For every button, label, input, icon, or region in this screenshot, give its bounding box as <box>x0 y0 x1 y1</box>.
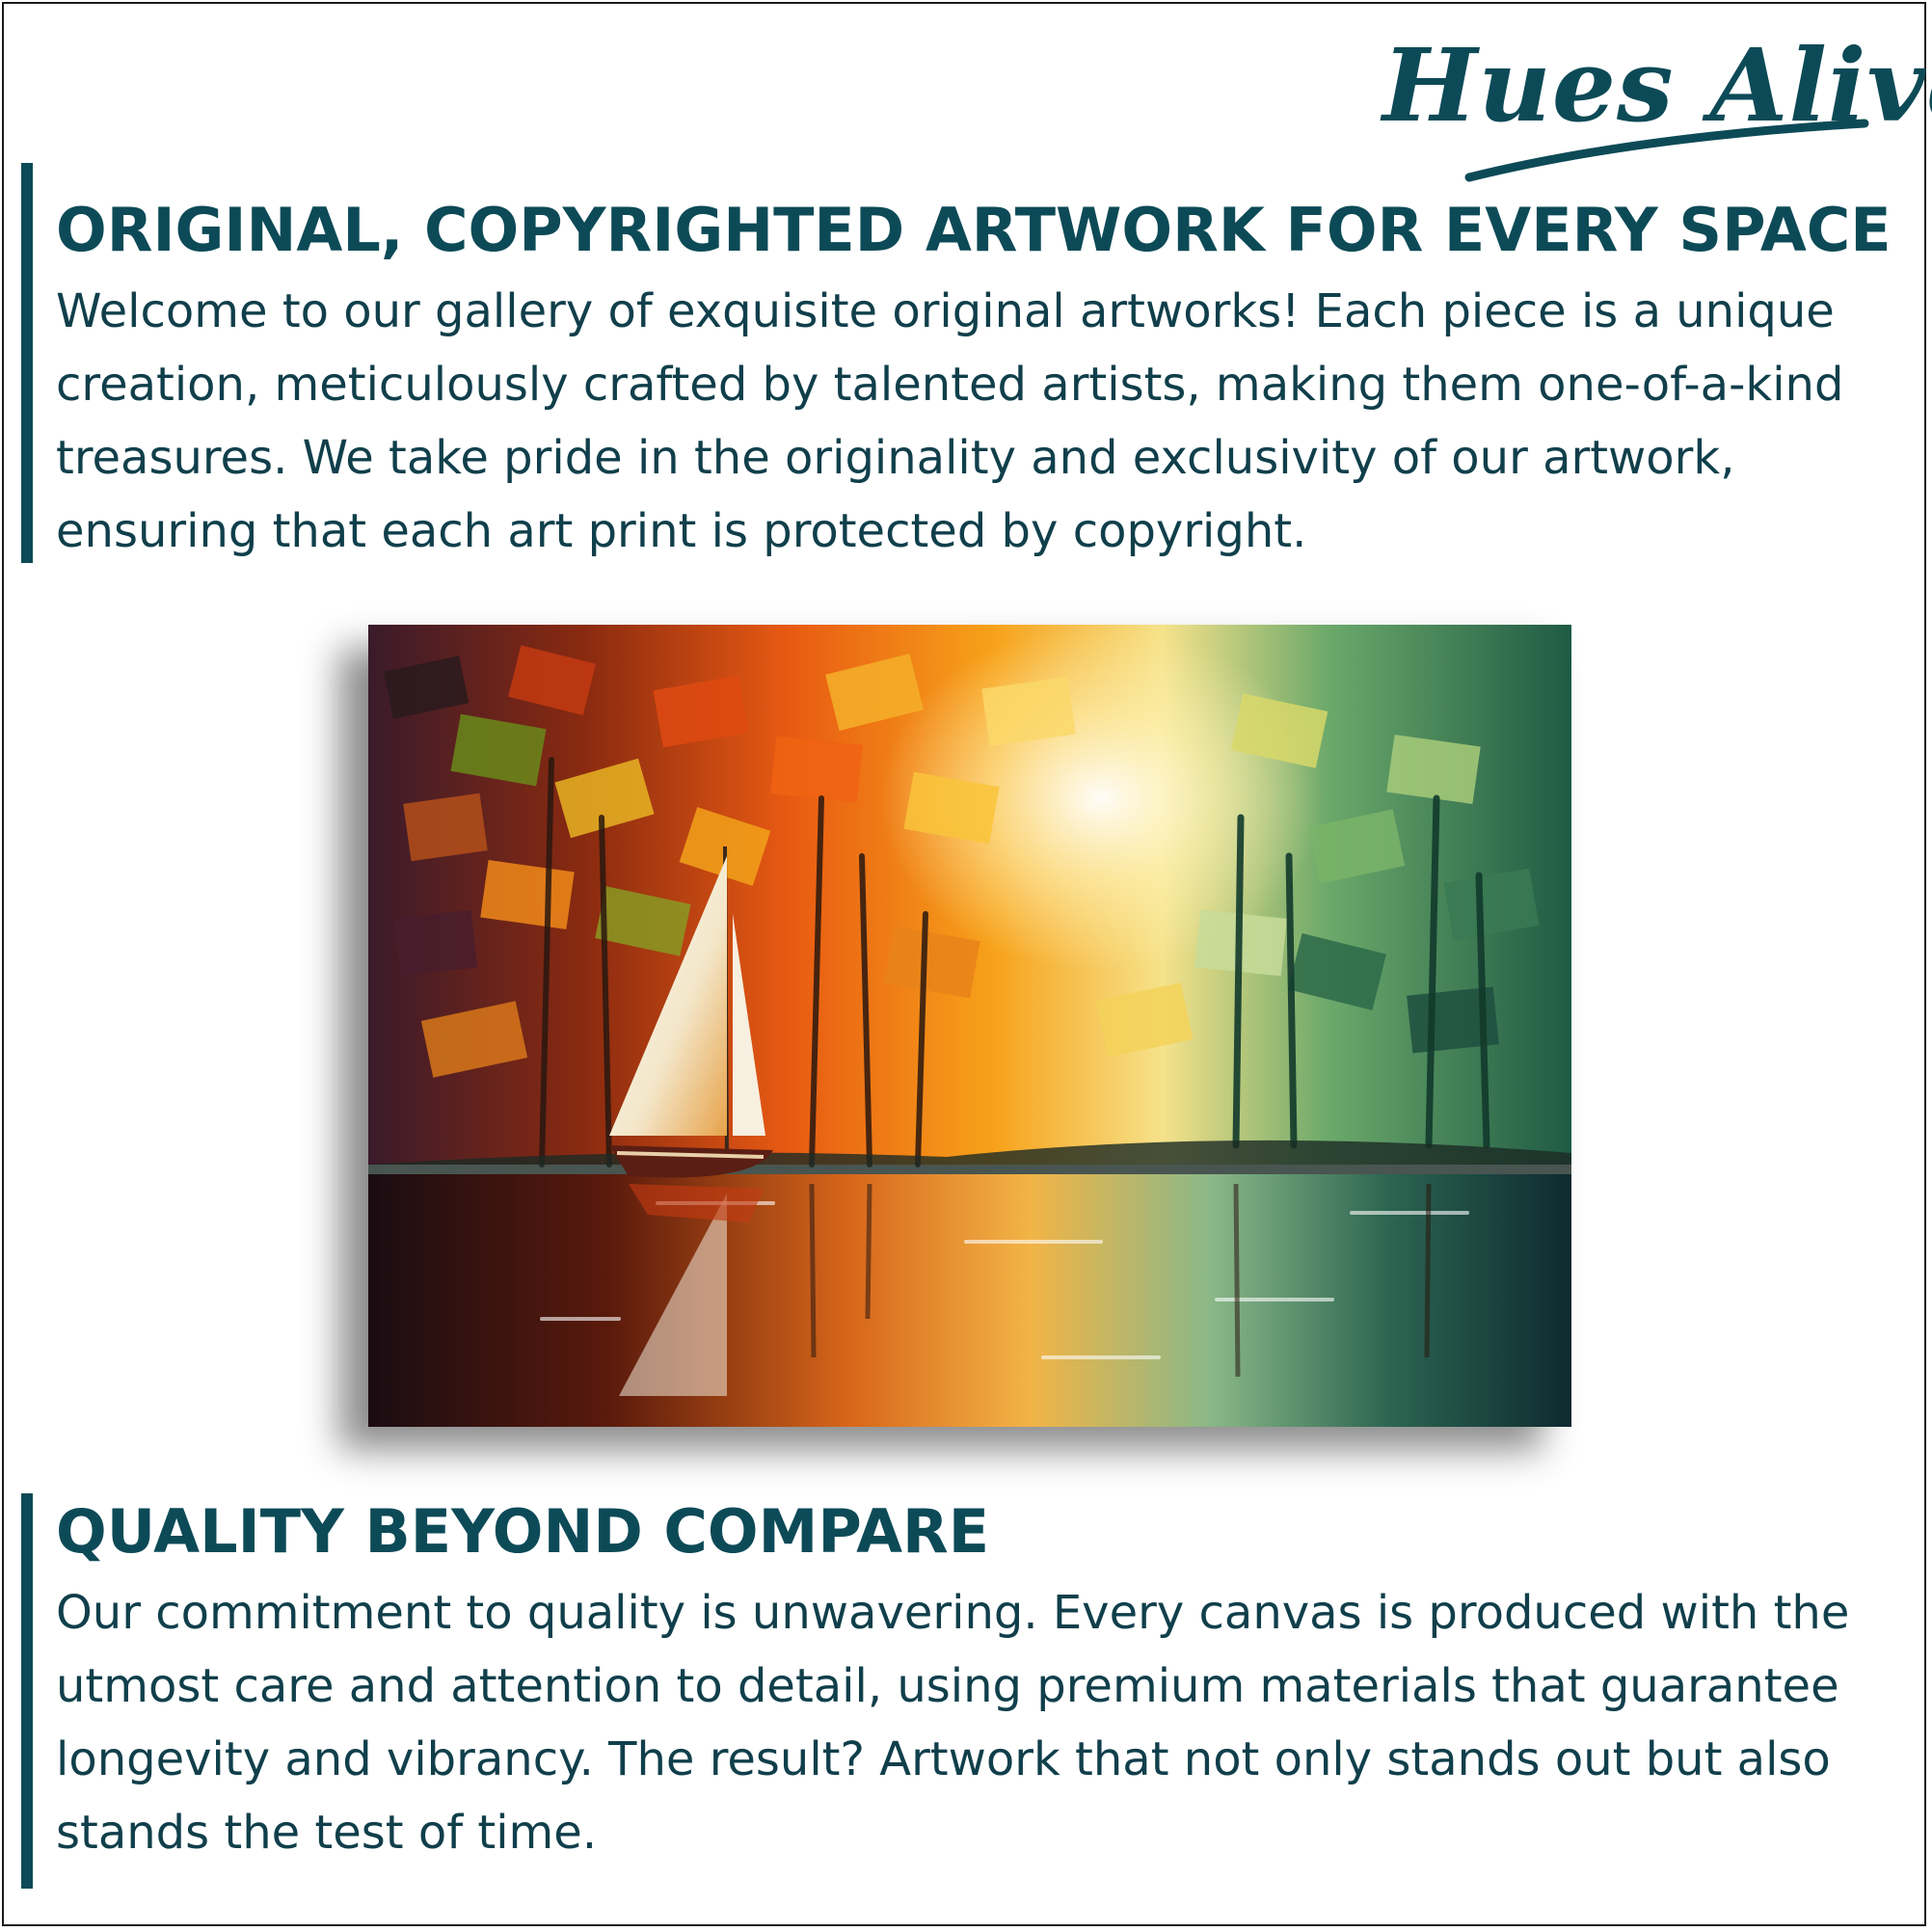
section-original-artwork: ORIGINAL, COPYRIGHTED ARTWORK FOR EVERY … <box>21 163 1911 563</box>
section-quality: QUALITY BEYOND COMPARE Our commitment to… <box>21 1493 1911 1889</box>
artwork-painting <box>368 625 1571 1427</box>
section-body: Welcome to our gallery of exquisite orig… <box>56 284 1844 558</box>
page-frame: Hues Alive ORIGINAL, COPYRIGHTED ARTWORK… <box>2 2 1932 1926</box>
section-heading: ORIGINAL, COPYRIGHTED ARTWORK FOR EVERY … <box>56 195 1892 265</box>
section-body: Our commitment to quality is unwavering.… <box>56 1586 1850 1860</box>
artwork-image <box>368 625 1571 1427</box>
section-heading: QUALITY BEYOND COMPARE <box>56 1496 990 1567</box>
